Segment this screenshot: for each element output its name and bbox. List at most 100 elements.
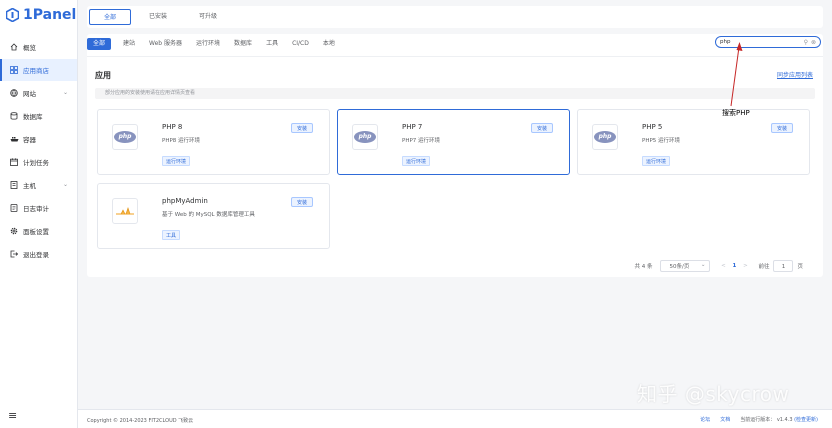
footer: Copyright © 2014-2023 FIT2CLOUD 飞致云 论坛 文… — [78, 409, 832, 428]
filter-runtime[interactable]: 运行环境 — [190, 38, 226, 50]
install-button[interactable]: 安装 — [530, 123, 553, 133]
sidebar-item-label: 日志审计 — [23, 205, 49, 213]
sidebar-item-label: 主机 — [23, 182, 36, 190]
filter-all[interactable]: 全部 — [87, 38, 112, 50]
app-name: PHP 7 — [402, 123, 423, 131]
app-name: PHP 8 — [162, 123, 183, 131]
sidebar-item-settings[interactable]: 面板设置 — [0, 220, 77, 242]
docs-link[interactable]: 文档 — [720, 416, 730, 423]
app-logo[interactable]: 1Panel — [0, 0, 77, 30]
watermark: 知乎 @skycrow — [637, 382, 790, 406]
app-description: PHP5 运行环境 — [642, 138, 681, 144]
chevron-down-icon: ⌄ — [62, 89, 68, 96]
filter-web-server[interactable]: Web 服务器 — [143, 38, 188, 50]
hexagon-logo-icon — [5, 7, 20, 23]
php-logo-icon: php — [352, 124, 378, 150]
home-icon — [9, 42, 19, 52]
sidebar-item-label: 数据库 — [23, 113, 43, 121]
sidebar-item-label: 网站 — [23, 90, 36, 98]
app-description: PHP8 运行环境 — [162, 138, 201, 144]
phpmyadmin-logo-icon — [112, 198, 138, 224]
sidebar-item-logout[interactable]: 退出登录 — [0, 243, 77, 265]
app-card-php5[interactable]: php PHP 5 PHP5 运行环境 运行环境 安装 — [577, 109, 810, 175]
app-card-phpmyadmin[interactable]: phpMyAdmin 基于 Web 的 MySQL 数据库管理工具 工具 安装 — [97, 183, 330, 249]
sidebar-item-label: 容器 — [23, 136, 36, 144]
clear-icon[interactable]: ⊗ — [811, 39, 816, 46]
app-description: PHP7 运行环境 — [402, 138, 441, 144]
category-filters: 全部 建站 Web 服务器 运行环境 数据库 工具 CI/CD 本地 — [87, 36, 343, 52]
filter-tool[interactable]: 工具 — [260, 38, 284, 50]
prev-page-button[interactable]: < — [718, 263, 728, 269]
app-card-php7[interactable]: php PHP 7 PHP7 运行环境 运行环境 安装 — [337, 109, 570, 175]
filter-website[interactable]: 建站 — [117, 38, 141, 50]
app-tag: 运行环境 — [402, 156, 431, 166]
grid-icon — [9, 65, 19, 75]
globe-icon — [9, 88, 19, 98]
install-button[interactable]: 安装 — [290, 197, 313, 207]
php-logo-icon: php — [112, 124, 138, 150]
sidebar-item-overview[interactable]: 概览 — [0, 36, 77, 58]
app-tag: 运行环境 — [642, 156, 671, 166]
sidebar-item-host[interactable]: 主机 ⌄ — [0, 174, 77, 196]
app-card-php8[interactable]: php PHP 8 PHP8 运行环境 运行环境 安装 — [97, 109, 330, 175]
app-description: 基于 Web 的 MySQL 数据库管理工具 — [162, 212, 255, 218]
gear-icon — [9, 226, 19, 236]
sidebar-item-label: 概览 — [23, 44, 36, 52]
filter-cicd[interactable]: CI/CD — [286, 38, 315, 50]
sidebar-item-website[interactable]: 网站 ⌄ — [0, 82, 77, 104]
chevron-down-icon: ⌄ — [62, 181, 68, 188]
sidebar-item-container[interactable]: 容器 — [0, 128, 77, 150]
search-icon[interactable]: ⚲ — [804, 39, 808, 46]
goto-label: 前往 — [758, 264, 770, 270]
install-button[interactable]: 安装 — [290, 123, 313, 133]
app-tag: 运行环境 — [162, 156, 191, 166]
search-box: ⚲ ⊗ — [715, 36, 821, 48]
container-icon — [9, 134, 19, 144]
database-icon — [9, 111, 19, 121]
app-tag: 工具 — [162, 230, 181, 240]
install-button[interactable]: 安装 — [770, 123, 793, 133]
page-size-select[interactable]: 50条/页 — [660, 259, 711, 272]
sidebar-item-label: 退出登录 — [23, 251, 49, 259]
filter-database[interactable]: 数据库 — [228, 38, 258, 50]
sidebar-nav: 概览 应用商店 网站 ⌄ 数据库 容器 计划任务 主机 ⌄ 日志审计 面板设置 … — [0, 36, 77, 265]
sidebar-item-label: 应用商店 — [23, 67, 49, 75]
app-name: 1Panel — [23, 7, 77, 23]
annotation-text: 搜索PHP — [722, 109, 750, 117]
version-label: 当前运行版本： — [740, 417, 776, 423]
filter-local[interactable]: 本地 — [317, 38, 341, 50]
sidebar-item-log-audit[interactable]: 日志审计 — [0, 197, 77, 219]
install-notice: 部分应用的安装使用请在应用详情页查看 — [95, 88, 815, 99]
version-value: v1.4.3 — [776, 417, 793, 423]
section-title: 应用 — [95, 71, 111, 80]
forum-link[interactable]: 论坛 — [700, 416, 710, 423]
sidebar-item-cron[interactable]: 计划任务 — [0, 151, 77, 173]
menu-toggle-icon[interactable]: ≡ — [8, 409, 17, 422]
app-store-tabs: 全部 已安装 可升级 — [87, 6, 823, 28]
tab-all[interactable]: 全部 — [89, 9, 132, 25]
search-input[interactable] — [720, 39, 800, 45]
tab-upgradable[interactable]: 可升级 — [185, 9, 231, 25]
sidebar-item-label: 面板设置 — [23, 228, 49, 236]
sidebar: 1Panel 概览 应用商店 网站 ⌄ 数据库 容器 计划任务 主机 ⌄ 日志审… — [0, 0, 78, 428]
tab-installed[interactable]: 已安装 — [135, 9, 181, 25]
app-list-panel: 全部 建站 Web 服务器 运行环境 数据库 工具 CI/CD 本地 ⚲ ⊗ 应… — [87, 34, 823, 277]
host-icon — [9, 180, 19, 190]
sidebar-item-label: 计划任务 — [23, 159, 49, 167]
logout-icon — [9, 249, 19, 259]
check-update-link[interactable]: (检查更新) — [794, 417, 818, 423]
sync-app-list-link[interactable]: 同步应用列表 — [777, 70, 813, 79]
next-page-button[interactable]: > — [740, 263, 750, 269]
app-name: PHP 5 — [642, 123, 663, 131]
goto-page-input[interactable]: 1 — [773, 260, 794, 272]
page-suffix: 页 — [797, 264, 803, 270]
total-count: 共 4 条 — [634, 264, 653, 270]
current-page[interactable]: 1 — [728, 263, 740, 269]
copyright: Copyright © 2014-2023 FIT2CLOUD 飞致云 — [87, 418, 194, 424]
sidebar-item-database[interactable]: 数据库 — [0, 105, 77, 127]
sidebar-item-app-store[interactable]: 应用商店 — [0, 59, 77, 81]
calendar-icon — [9, 157, 19, 167]
divider — [87, 56, 823, 57]
pagination: 共 4 条 50条/页 < 1 > 前往 1 页 — [634, 259, 803, 272]
log-icon — [9, 203, 19, 213]
